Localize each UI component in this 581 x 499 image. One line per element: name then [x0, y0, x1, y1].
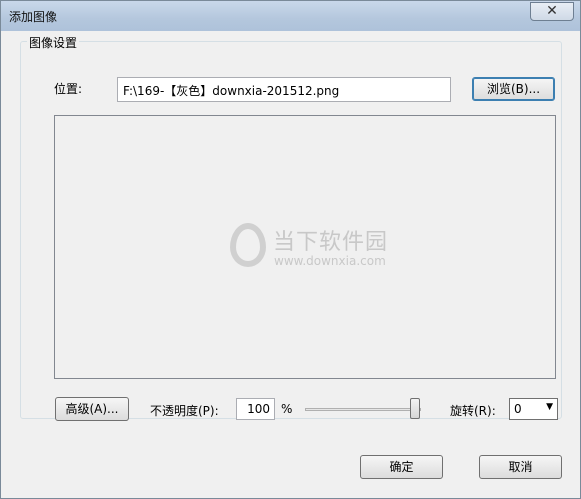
dialog-window: 添加图像 ✕ 图像设置 位置: F:\169-【灰色】downxia-20151… — [0, 0, 581, 499]
window-title: 添加图像 — [9, 10, 58, 24]
close-button[interactable]: ✕ — [530, 2, 574, 21]
preview-watermark-url: www.downxia.com — [274, 254, 386, 268]
rotate-select[interactable]: 0 ▼ — [509, 398, 558, 420]
rotate-value: 0 — [514, 402, 522, 416]
cancel-button[interactable]: 取消 — [479, 455, 562, 479]
rotate-label: 旋转(R): — [450, 404, 496, 418]
preview-watermark-text: 当下软件园 — [273, 230, 389, 255]
image-settings-group: 图像设置 位置: F:\169-【灰色】downxia-201512.png 浏… — [20, 34, 562, 421]
image-preview: 当下软件园 www.downxia.com — [54, 115, 556, 379]
advanced-button[interactable]: 高级(A)... — [55, 397, 129, 421]
opacity-input[interactable]: 100 — [236, 398, 275, 420]
group-title: 图像设置 — [27, 34, 80, 51]
opacity-slider-thumb[interactable] — [410, 398, 420, 419]
title-bar[interactable]: 添加图像 ✕ — [1, 1, 580, 31]
location-field[interactable]: F:\169-【灰色】downxia-201512.png — [117, 77, 451, 102]
close-icon: ✕ — [546, 3, 558, 19]
opacity-label: 不透明度(P): — [150, 404, 219, 418]
chevron-down-icon: ▼ — [546, 402, 553, 412]
downxia-logo-icon — [230, 223, 266, 267]
opacity-unit: % — [281, 402, 293, 416]
dialog-body: 图像设置 位置: F:\169-【灰色】downxia-201512.png 浏… — [8, 31, 573, 493]
ok-button[interactable]: 确定 — [360, 455, 443, 479]
location-label: 位置: — [54, 82, 83, 96]
opacity-slider-track[interactable] — [305, 408, 421, 411]
browse-button[interactable]: 浏览(B)... — [472, 77, 555, 101]
